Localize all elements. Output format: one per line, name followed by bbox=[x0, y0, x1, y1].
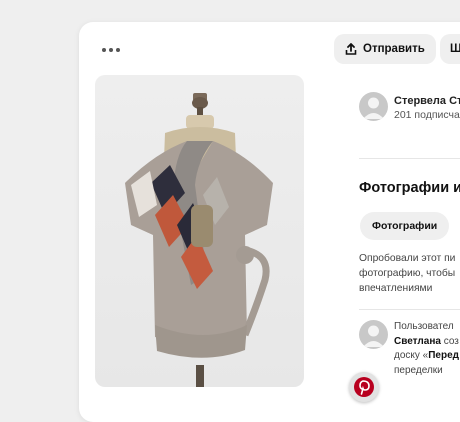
mannequin-sweater-image bbox=[125, 93, 273, 387]
user-avatar-icon[interactable] bbox=[359, 92, 388, 121]
user-avatar-icon[interactable] bbox=[359, 320, 388, 349]
photos-button-label: Фотографии bbox=[372, 220, 438, 232]
divider bbox=[359, 158, 460, 159]
divider bbox=[359, 309, 460, 310]
photos-section-title: Фотографии и bbox=[359, 180, 460, 196]
share-button[interactable]: Отправить bbox=[334, 34, 436, 64]
author-name[interactable]: Стервела Сто bbox=[394, 95, 460, 107]
pin-card: Отправить Ш Стервела Ст 201 подписча Фот… bbox=[79, 22, 460, 422]
activity-user-link[interactable]: Светлана bbox=[394, 336, 441, 347]
author-block[interactable]: Стервела Сто 201 подписча bbox=[359, 92, 460, 124]
activity-board-link[interactable]: Перед bbox=[428, 350, 459, 361]
activity-item: Пользовател Светлана соз доску «Перед пе… bbox=[359, 320, 460, 390]
save-button-label: Ш bbox=[450, 43, 460, 55]
activity-text: Пользовател Светлана соз доску «Перед пе… bbox=[394, 321, 460, 376]
author-subscribers: 201 подписча bbox=[394, 109, 460, 121]
photos-button[interactable]: Фотографии bbox=[360, 212, 450, 240]
save-button[interactable]: Ш bbox=[440, 34, 460, 64]
share-button-label: Отправить bbox=[363, 43, 425, 55]
pin-image[interactable] bbox=[95, 75, 304, 387]
upload-icon bbox=[345, 43, 357, 55]
more-horizontal-icon bbox=[102, 48, 106, 52]
more-options-button[interactable] bbox=[99, 40, 123, 60]
photos-prompt-text: Опробовали этот пи фотографию, чтобы впе… bbox=[359, 253, 456, 294]
